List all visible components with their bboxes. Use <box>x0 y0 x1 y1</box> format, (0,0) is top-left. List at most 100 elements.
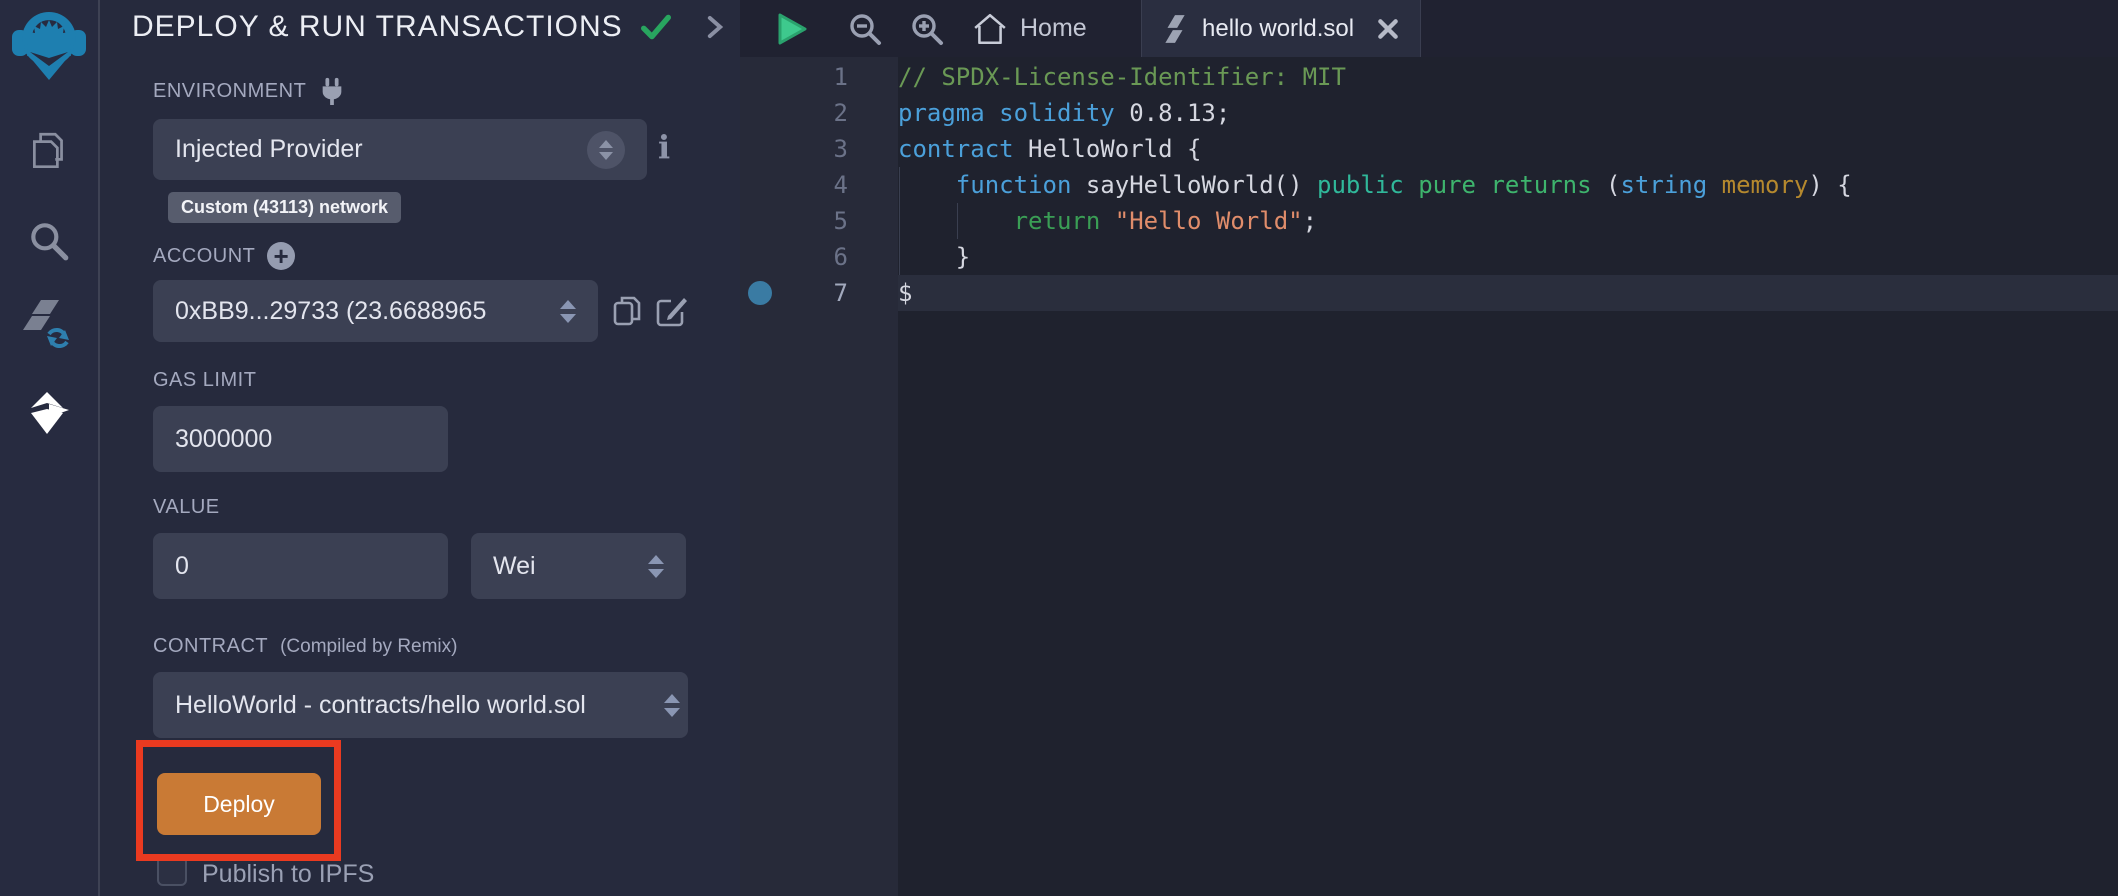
close-icon[interactable] <box>1376 17 1400 41</box>
spinner-arrows-icon <box>560 300 576 323</box>
sidebar-item-file-explorer[interactable] <box>0 128 98 174</box>
solidity-file-icon <box>1162 14 1188 44</box>
sidebar-item-deploy-run[interactable] <box>0 390 98 436</box>
value-label-row: VALUE <box>153 496 220 519</box>
code-line-2[interactable]: 2 pragma solidity 0.8.13; <box>740 95 2118 131</box>
sidebar-item-solidity-compiler[interactable] <box>0 296 98 348</box>
code-text[interactable]: pragma solidity 0.8.13; <box>898 95 2118 131</box>
indent-guide <box>899 167 900 203</box>
breakpoint-dot[interactable] <box>748 281 772 305</box>
tab-home[interactable]: Home <box>972 0 1087 57</box>
home-icon <box>972 12 1008 46</box>
indent-guide <box>899 203 900 239</box>
environment-label: ENVIRONMENT <box>153 80 306 103</box>
line-number[interactable]: 1 <box>834 63 848 91</box>
zoom-out-icon <box>846 10 884 48</box>
collapse-panel-button[interactable] <box>705 14 725 40</box>
code-text[interactable]: $ <box>898 275 2118 311</box>
gas-limit-label: GAS LIMIT <box>153 369 256 392</box>
line-gutter: 2 <box>740 95 898 131</box>
line-number[interactable]: 4 <box>834 171 848 199</box>
value-unit-select[interactable]: Wei <box>471 533 686 599</box>
play-icon <box>775 11 809 47</box>
network-badge: Custom (43113) network <box>168 192 401 223</box>
code-line-3[interactable]: 3 contract HelloWorld { <box>740 131 2118 167</box>
gas-limit-input[interactable]: 3000000 <box>153 406 448 472</box>
code-text[interactable]: return "Hello World"; <box>898 203 2118 239</box>
remix-logo[interactable] <box>0 8 98 82</box>
panel-title: DEPLOY & RUN TRANSACTIONS <box>132 10 623 44</box>
run-script-button[interactable] <box>775 0 809 57</box>
contract-note: (Compiled by Remix) <box>280 636 457 658</box>
gas-limit-label-row: GAS LIMIT <box>153 369 256 392</box>
tab-hello-world-sol[interactable]: hello world.sol <box>1141 0 1421 57</box>
line-number[interactable]: 3 <box>834 135 848 163</box>
breakpoint-slot[interactable] <box>748 101 772 125</box>
code-lines: 1 // SPDX-License-Identifier: MIT 2 pragma … <box>740 59 2118 311</box>
line-gutter: 4 <box>740 167 898 203</box>
search-icon <box>26 218 72 264</box>
line-number[interactable]: 5 <box>834 207 848 235</box>
solidity-compiler-icon <box>23 296 75 348</box>
environment-select[interactable]: Injected Provider <box>153 119 647 180</box>
panel-title-row: DEPLOY & RUN TRANSACTIONS <box>132 10 725 44</box>
line-number[interactable]: 2 <box>834 99 848 127</box>
line-gutter: 1 <box>740 59 898 95</box>
breakpoint-slot[interactable] <box>748 137 772 161</box>
home-tab-label: Home <box>1020 14 1087 43</box>
breakpoint-slot[interactable] <box>748 65 772 89</box>
publish-ipfs-checkbox[interactable] <box>157 856 187 886</box>
copy-account-button[interactable] <box>610 293 644 329</box>
tab-label: hello world.sol <box>1202 15 1362 43</box>
contract-value: HelloWorld - contracts/hello world.sol <box>175 691 662 720</box>
contract-label: CONTRACT <box>153 635 268 658</box>
account-select[interactable]: 0xBB9...29733 (23.6688965 <box>153 280 598 342</box>
indent-guide <box>899 239 900 275</box>
breakpoint-slot[interactable] <box>748 173 772 197</box>
contract-label-row: CONTRACT (Compiled by Remix) <box>153 635 457 658</box>
line-gutter: 3 <box>740 131 898 167</box>
value-amount: 0 <box>175 552 189 581</box>
edit-account-button[interactable] <box>654 294 690 328</box>
code-text[interactable]: function sayHelloWorld() public pure ret… <box>898 167 2118 203</box>
activity-sidebar <box>0 0 100 896</box>
line-number[interactable]: 6 <box>834 243 848 271</box>
breakpoint-slot[interactable] <box>748 245 772 269</box>
spinner-arrows-icon <box>648 555 664 578</box>
code-line-1[interactable]: 1 // SPDX-License-Identifier: MIT <box>740 59 2118 95</box>
check-icon <box>639 12 673 42</box>
gas-limit-value: 3000000 <box>175 425 272 454</box>
account-label-row: ACCOUNT + <box>153 242 295 270</box>
breakpoint-slot[interactable] <box>748 209 772 233</box>
deploy-button[interactable]: Deploy <box>157 773 321 835</box>
plug-icon <box>318 76 346 106</box>
files-icon <box>26 128 72 174</box>
code-line-4[interactable]: 4 function sayHelloWorld() public pure r… <box>740 167 2118 203</box>
account-label: ACCOUNT <box>153 245 255 268</box>
editor-tab-bar: Home hello world.sol <box>740 0 2118 57</box>
plus-circle-icon[interactable]: + <box>267 242 295 270</box>
code-text[interactable]: // SPDX-License-Identifier: MIT <box>898 59 2118 95</box>
zoom-in-button[interactable] <box>908 0 946 57</box>
line-gutter: 6 <box>740 239 898 275</box>
code-line-7[interactable]: 7$ <box>740 275 2118 311</box>
publish-ipfs-label: Publish to IPFS <box>202 860 374 889</box>
line-gutter: 7 <box>740 275 898 311</box>
value-unit: Wei <box>493 552 634 581</box>
zoom-in-icon <box>908 10 946 48</box>
environment-info-button[interactable]: i <box>658 128 670 166</box>
value-input[interactable]: 0 <box>153 533 448 599</box>
sidebar-item-search[interactable] <box>0 218 98 264</box>
contract-select[interactable]: HelloWorld - contracts/hello world.sol <box>153 672 688 738</box>
code-line-6[interactable]: 6 } <box>740 239 2118 275</box>
code-text[interactable]: contract HelloWorld { <box>898 131 2118 167</box>
zoom-out-button[interactable] <box>846 0 884 57</box>
line-number[interactable]: 7 <box>834 279 848 307</box>
copy-icon <box>610 293 644 329</box>
deploy-run-icon <box>25 390 73 436</box>
value-label: VALUE <box>153 496 220 519</box>
code-area[interactable]: 1 // SPDX-License-Identifier: MIT 2 pragma … <box>740 57 2118 896</box>
code-line-5[interactable]: 5 return "Hello World"; <box>740 203 2118 239</box>
remix-logo-icon <box>10 8 88 82</box>
code-text[interactable]: } <box>898 239 2118 275</box>
